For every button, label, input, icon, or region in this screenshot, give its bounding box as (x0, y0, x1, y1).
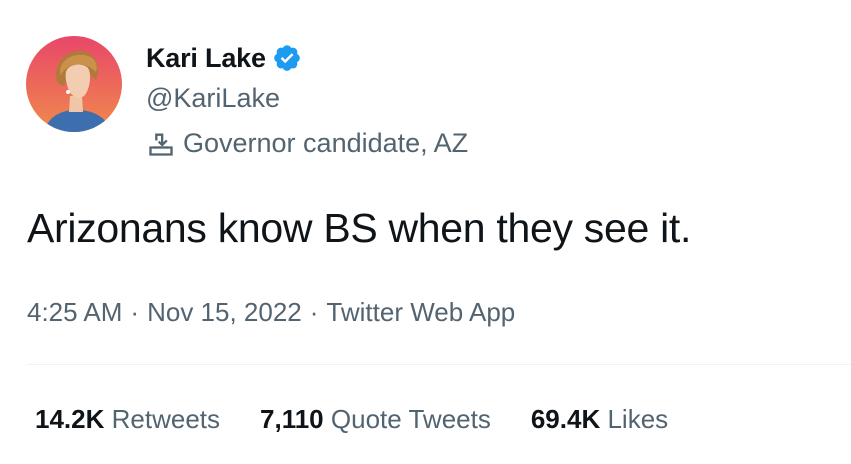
display-name[interactable]: Kari Lake (146, 43, 266, 74)
tweet-card: Kari Lake @KariLake Governor candidate, … (0, 0, 851, 464)
retweets-stat[interactable]: 14.2K Retweets (35, 404, 220, 435)
meta-separator: · (130, 297, 140, 327)
quote-tweets-stat[interactable]: 7,110 Quote Tweets (260, 404, 491, 435)
account-label: Governor candidate, AZ (147, 128, 468, 159)
tweet-source[interactable]: Twitter Web App (326, 297, 515, 327)
ballot-box-icon (147, 130, 175, 158)
author-name-row: Kari Lake (146, 40, 302, 76)
avatar-image (26, 36, 122, 132)
retweets-count: 14.2K (35, 404, 105, 434)
tweet-time[interactable]: 4:25 AM (27, 297, 122, 327)
author-handle[interactable]: @KariLake (146, 83, 280, 114)
quote-tweets-count: 7,110 (260, 404, 324, 434)
likes-stat[interactable]: 69.4K Likes (531, 404, 668, 435)
divider (27, 364, 851, 365)
engagement-stats: 14.2K Retweets 7,110 Quote Tweets 69.4K … (35, 404, 708, 435)
likes-label: Likes (607, 404, 669, 434)
quote-tweets-label: Quote Tweets (330, 404, 491, 434)
tweet-text: Arizonans know BS when they see it. (27, 205, 692, 251)
verified-badge-icon (272, 43, 302, 73)
meta-separator: · (309, 297, 319, 327)
avatar[interactable] (26, 36, 122, 132)
account-label-text: Governor candidate, AZ (183, 128, 469, 158)
retweets-label: Retweets (111, 404, 221, 434)
tweet-date[interactable]: Nov 15, 2022 (147, 297, 302, 327)
likes-count: 69.4K (530, 404, 601, 434)
tweet-meta: 4:25 AM · Nov 15, 2022 · Twitter Web App (27, 297, 515, 328)
